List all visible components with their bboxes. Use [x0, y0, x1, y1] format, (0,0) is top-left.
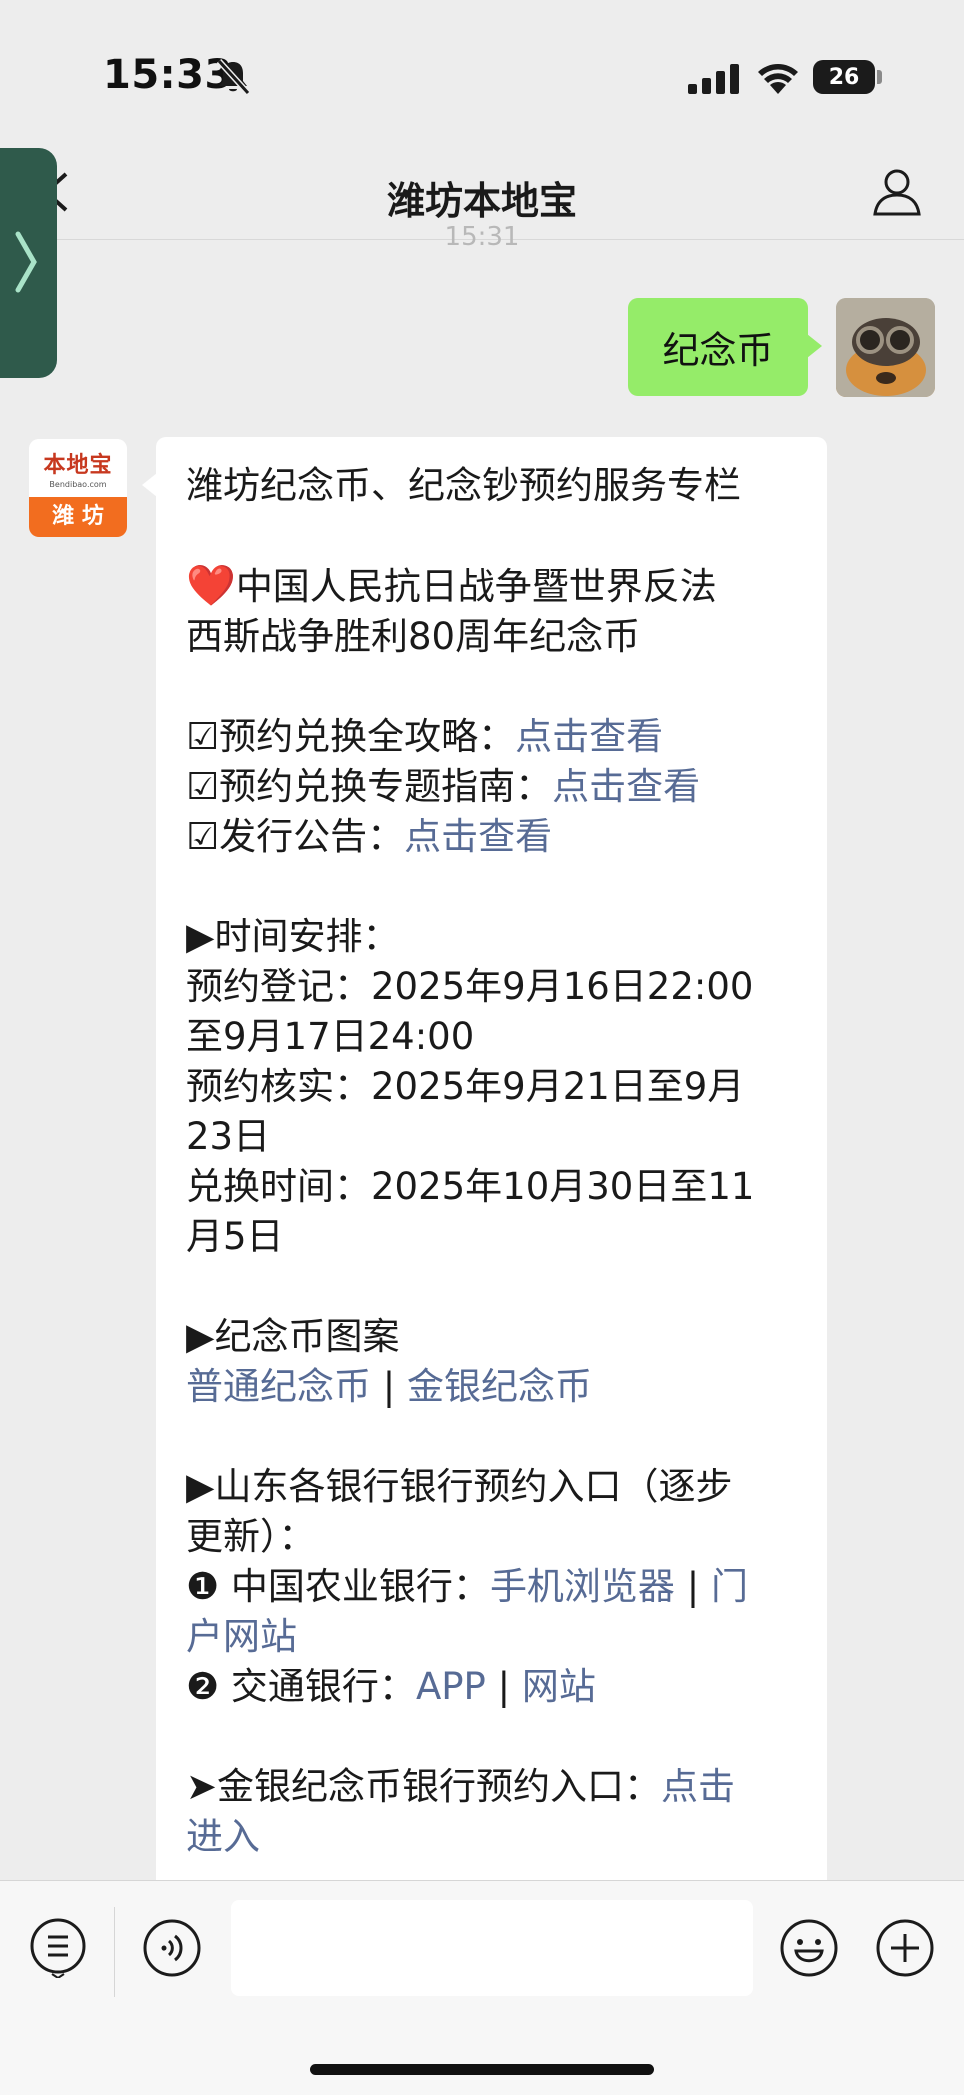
status-time: 15:33 [103, 52, 233, 98]
user-avatar[interactable] [836, 298, 935, 397]
ordinary-coin-link[interactable]: 普通纪念币 [186, 1365, 371, 1408]
gold-silver-coin-link[interactable]: 金银纪念币 [407, 1365, 592, 1408]
message-timestamp: 15:31 [444, 222, 520, 246]
battery-tip [877, 70, 882, 84]
gold-entry-link-a[interactable]: 点击 [661, 1765, 735, 1808]
guide-label-2: ☑预约兑换专题指南： [186, 765, 553, 808]
schedule-line-5: 兑换时间：2025年10月30日至11 [186, 1165, 755, 1208]
bell-mute-icon [216, 58, 251, 96]
guide-label-3: ☑发行公告： [186, 815, 405, 858]
bank-row-1-cont: 户网站 [186, 1612, 799, 1662]
status-bar: 15:33 26 [0, 0, 964, 150]
profile-icon[interactable] [870, 164, 924, 218]
guide-label-1: ☑预约兑换全攻略： [186, 715, 516, 758]
bank-separator-1: | [674, 1565, 711, 1608]
abc-portal-link-b[interactable]: 户网站 [186, 1615, 297, 1658]
guide-row-3: ☑发行公告：点击查看 [186, 812, 799, 862]
voice-icon[interactable] [142, 1918, 202, 1978]
bocom-app-link[interactable]: APP [416, 1665, 486, 1708]
avatar-logo-text: 本地宝 [43, 453, 113, 478]
bank-heading-1: ▶山东各银行银行预约入口（逐步 [186, 1465, 733, 1508]
avatar-city: 潍 坊 [29, 497, 127, 537]
toolbar-divider [114, 1907, 115, 1997]
incoming-message-bubble: 潍坊纪念币、纪念钞预约服务专栏 ❤️中国人民抗日战争暨世界反法 西斯战争胜利80… [142, 437, 827, 1897]
wifi-icon [758, 64, 798, 94]
guide-link-1[interactable]: 点击查看 [515, 715, 663, 758]
abc-mobile-browser-link[interactable]: 手机浏览器 [490, 1565, 675, 1608]
cellular-signal-icon [688, 64, 739, 94]
gold-row: ➤金银纪念币银行预约入口：点击 [186, 1762, 799, 1812]
message-input[interactable] [231, 1900, 753, 1996]
bank-label-2: ❷ 交通银行： [186, 1665, 416, 1708]
guide-link-3[interactable]: 点击查看 [404, 815, 552, 858]
home-indicator[interactable] [310, 2064, 654, 2075]
bank-row-2: ❷ 交通银行：APP | 网站 [186, 1662, 799, 1712]
guide-row-2: ☑预约兑换专题指南：点击查看 [186, 762, 799, 812]
schedule-heading: ▶时间安排： [186, 915, 400, 958]
bank-heading-2: 更新）： [186, 1515, 316, 1558]
schedule-line-4: 23日 [186, 1115, 271, 1158]
avatar-logo: 本地宝 Bendibao.com [29, 439, 127, 497]
design-links: 普通纪念币 | 金银纪念币 [186, 1362, 799, 1412]
coin-name-2: 西斯战争胜利80周年纪念币 [186, 615, 641, 658]
floating-window-tab[interactable] [0, 148, 57, 378]
abc-portal-link-a[interactable]: 门 [711, 1565, 748, 1608]
schedule-line-3: 预约核实：2025年9月21日至9月 [186, 1065, 745, 1108]
schedule-line-1: 预约登记：2025年9月16日22:00 [186, 965, 754, 1008]
emoji-icon[interactable] [779, 1918, 839, 1978]
expand-chevron-icon [15, 231, 37, 293]
bank-row-1: ❶ 中国农业银行：手机浏览器 | 门 [186, 1562, 799, 1612]
schedule-line-2: 至9月17日24:00 [186, 1015, 475, 1058]
guide-link-2[interactable]: 点击查看 [552, 765, 700, 808]
guide-row-1: ☑预约兑换全攻略：点击查看 [186, 712, 799, 762]
gold-row-cont: 进入 [186, 1812, 799, 1862]
schedule-line-6: 月5日 [186, 1215, 284, 1258]
battery-indicator: 26 [813, 60, 875, 94]
chat-title: 潍坊本地宝 [386, 179, 577, 223]
plus-icon[interactable] [875, 1918, 935, 1978]
menu-list-icon[interactable] [28, 1918, 88, 1978]
coin-name-1: 中国人民抗日战争暨世界反法 [235, 565, 717, 608]
outgoing-message-bubble[interactable]: 纪念币 [628, 298, 822, 396]
chat-input-bar [0, 1880, 964, 2095]
design-separator: | [371, 1365, 407, 1408]
heart-icon: ❤️ [186, 563, 236, 609]
bank-label-1: ❶ 中国农业银行： [186, 1565, 490, 1608]
message-title: 潍坊纪念币、纪念钞预约服务专栏 [186, 464, 741, 507]
design-heading: ▶纪念币图案 [186, 1315, 400, 1358]
gold-label: ➤金银纪念币银行预约入口： [186, 1765, 662, 1808]
dog-with-goggles-icon [836, 298, 935, 397]
gold-entry-link-b[interactable]: 进入 [186, 1815, 260, 1858]
bank-separator-2: | [485, 1665, 522, 1708]
avatar-logo-sub: Bendibao.com [49, 480, 107, 489]
bocom-website-link[interactable]: 网站 [522, 1665, 596, 1708]
coin-name-line: ❤️中国人民抗日战争暨世界反法 [186, 561, 799, 612]
bendibao-avatar[interactable]: 本地宝 Bendibao.com 潍 坊 [29, 439, 127, 537]
